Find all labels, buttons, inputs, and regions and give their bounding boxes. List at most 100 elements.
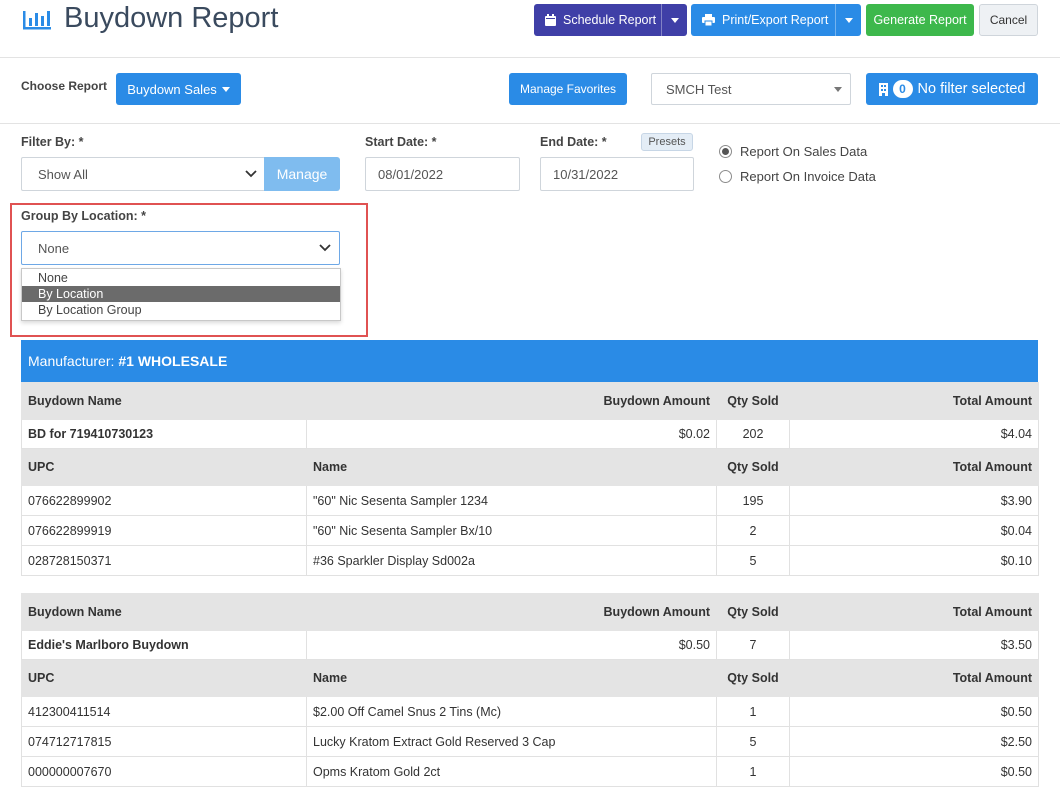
radio-sales-data[interactable]: Report On Sales Data bbox=[719, 144, 867, 159]
name-cell: "60" Nic Sesenta Sampler Bx/10 bbox=[306, 515, 717, 546]
manufacturer-name: #1 WHOLESALE bbox=[118, 353, 228, 369]
table-row: 076622899919 "60" Nic Sesenta Sampler Bx… bbox=[21, 515, 1039, 546]
caret-down-icon bbox=[670, 17, 679, 23]
chevron-down-icon bbox=[319, 244, 331, 252]
total-cell: $3.90 bbox=[789, 485, 1039, 516]
column-header: Buydown Name bbox=[21, 382, 307, 420]
group-by-label: Group By Location: * bbox=[21, 209, 146, 223]
end-date-input[interactable]: 10/31/2022 bbox=[540, 157, 694, 191]
filter-by-select[interactable]: Show All bbox=[21, 157, 265, 191]
group-by-value: None bbox=[38, 240, 70, 256]
end-date-label: End Date: * bbox=[540, 135, 607, 149]
print-export-button[interactable]: Print/Export Report bbox=[691, 4, 861, 36]
group-by-select[interactable]: None bbox=[21, 231, 340, 265]
column-header: Total Amount bbox=[789, 382, 1039, 420]
radio-button[interactable] bbox=[719, 170, 732, 183]
dropdown-option[interactable]: None bbox=[22, 270, 340, 286]
radio-sales-label: Report On Sales Data bbox=[740, 144, 868, 159]
qty-cell: 1 bbox=[716, 756, 790, 787]
radio-invoice-data[interactable]: Report On Invoice Data bbox=[719, 169, 876, 184]
column-header: Name bbox=[306, 448, 717, 486]
chevron-down-icon bbox=[245, 170, 257, 178]
print-export-label: Print/Export Report bbox=[722, 13, 829, 27]
column-header: Qty Sold bbox=[716, 448, 790, 486]
calendar-icon bbox=[545, 14, 556, 26]
filter-count-badge: 0 bbox=[892, 80, 913, 98]
cancel-button[interactable]: Cancel bbox=[979, 4, 1038, 36]
filter-by-label: Filter By: * bbox=[21, 135, 84, 149]
schedule-dropdown-toggle[interactable] bbox=[661, 4, 687, 36]
buydown-amount: $0.02 bbox=[306, 419, 717, 449]
qty-cell: 195 bbox=[716, 485, 790, 516]
qty-sold: 202 bbox=[716, 419, 790, 449]
report-table: Buydown Name Buydown Amount Qty Sold Tot… bbox=[21, 593, 1039, 787]
presets-button[interactable]: Presets bbox=[641, 133, 693, 151]
column-header: Qty Sold bbox=[716, 593, 790, 631]
buydown-name: BD for 719410730123 bbox=[21, 419, 307, 449]
print-icon bbox=[702, 14, 715, 26]
table-subheader-row: UPC Name Qty Sold Total Amount bbox=[21, 448, 1039, 486]
print-dropdown-toggle[interactable] bbox=[835, 4, 861, 36]
manage-favorites-button[interactable]: Manage Favorites bbox=[509, 73, 627, 105]
table-header-row: Buydown Name Buydown Amount Qty Sold Tot… bbox=[21, 382, 1039, 420]
upc-cell: 074712717815 bbox=[21, 726, 307, 757]
radio-button-checked[interactable] bbox=[719, 145, 732, 158]
total-amount: $3.50 bbox=[789, 630, 1039, 660]
store-select[interactable]: SMCH Test bbox=[651, 73, 851, 105]
report-type-label: Buydown Sales bbox=[127, 81, 217, 97]
buydown-amount: $0.50 bbox=[306, 630, 717, 660]
upc-cell: 412300411514 bbox=[21, 696, 307, 727]
total-amount: $4.04 bbox=[789, 419, 1039, 449]
total-cell: $0.04 bbox=[789, 515, 1039, 546]
upc-cell: 076622899902 bbox=[21, 485, 307, 516]
total-cell: $0.50 bbox=[789, 696, 1039, 727]
column-header: Total Amount bbox=[789, 593, 1039, 631]
column-header: Total Amount bbox=[789, 659, 1039, 697]
manage-filter-button[interactable]: Manage bbox=[264, 157, 340, 191]
qty-cell: 5 bbox=[716, 726, 790, 757]
name-cell: $2.00 Off Camel Snus 2 Tins (Mc) bbox=[306, 696, 717, 727]
column-header: UPC bbox=[21, 659, 307, 697]
column-header: Total Amount bbox=[789, 448, 1039, 486]
column-header: Qty Sold bbox=[716, 659, 790, 697]
table-row: 412300411514 $2.00 Off Camel Snus 2 Tins… bbox=[21, 696, 1039, 727]
total-cell: $2.50 bbox=[789, 726, 1039, 757]
qty-cell: 2 bbox=[716, 515, 790, 546]
schedule-report-button[interactable]: Schedule Report bbox=[534, 4, 687, 36]
total-cell: $0.10 bbox=[789, 545, 1039, 576]
manufacturer-header: Manufacturer: #1 WHOLESALE bbox=[21, 340, 1038, 382]
table-header-row: Buydown Name Buydown Amount Qty Sold Tot… bbox=[21, 593, 1039, 631]
caret-down-icon bbox=[834, 87, 842, 92]
manufacturer-prefix: Manufacturer: bbox=[28, 353, 115, 369]
column-header: Buydown Amount bbox=[306, 593, 717, 631]
report-table: Buydown Name Buydown Amount Qty Sold Tot… bbox=[21, 382, 1039, 576]
report-type-dropdown[interactable]: Buydown Sales bbox=[116, 73, 241, 105]
filter-summary-button[interactable]: 0 No filter selected bbox=[866, 73, 1038, 105]
start-date-input[interactable]: 08/01/2022 bbox=[365, 157, 520, 191]
upc-cell: 028728150371 bbox=[21, 545, 307, 576]
store-select-value: SMCH Test bbox=[666, 81, 732, 97]
table-row: 028728150371 #36 Sparkler Display Sd002a… bbox=[21, 545, 1039, 576]
qty-sold: 7 bbox=[716, 630, 790, 660]
radio-invoice-label: Report On Invoice Data bbox=[740, 169, 876, 184]
column-header: Qty Sold bbox=[716, 382, 790, 420]
buydown-summary-row: Eddie's Marlboro Buydown $0.50 7 $3.50 bbox=[21, 630, 1039, 660]
buydown-summary-row: BD for 719410730123 $0.02 202 $4.04 bbox=[21, 419, 1039, 449]
dropdown-option-selected[interactable]: By Location bbox=[22, 286, 340, 302]
filter-by-value: Show All bbox=[38, 166, 88, 182]
buydown-name: Eddie's Marlboro Buydown bbox=[21, 630, 307, 660]
generate-report-button[interactable]: Generate Report bbox=[866, 4, 974, 36]
dropdown-option[interactable]: By Location Group bbox=[22, 302, 340, 318]
name-cell: Opms Kratom Gold 2ct bbox=[306, 756, 717, 787]
column-header: Buydown Name bbox=[21, 593, 307, 631]
qty-cell: 5 bbox=[716, 545, 790, 576]
name-cell: Lucky Kratom Extract Gold Reserved 3 Cap bbox=[306, 726, 717, 757]
name-cell: "60" Nic Sesenta Sampler 1234 bbox=[306, 485, 717, 516]
report-toolbar: Choose Report Buydown Sales Manage Favor… bbox=[0, 58, 1060, 124]
group-by-dropdown-list: None By Location By Location Group bbox=[21, 268, 341, 321]
caret-down-icon bbox=[221, 86, 230, 92]
column-header: Name bbox=[306, 659, 717, 697]
column-header: Buydown Amount bbox=[306, 382, 717, 420]
table-row: 074712717815 Lucky Kratom Extract Gold R… bbox=[21, 726, 1039, 757]
caret-down-icon bbox=[844, 17, 853, 23]
